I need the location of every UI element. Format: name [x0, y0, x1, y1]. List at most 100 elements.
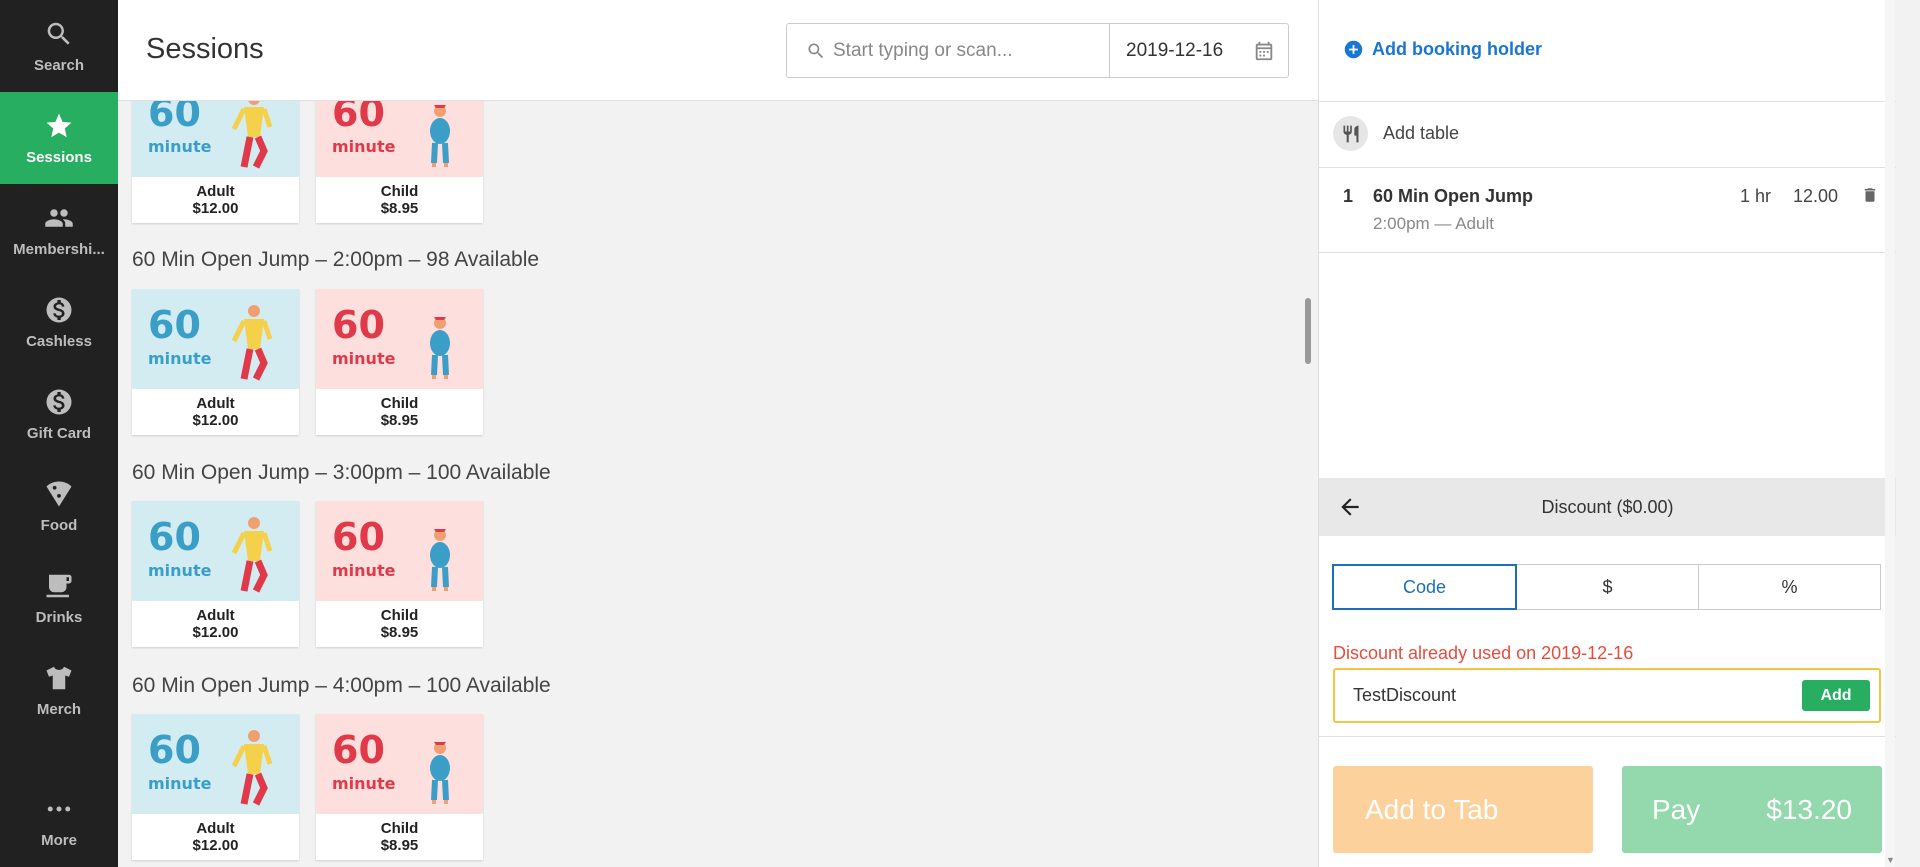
line-name: 60 Min Open Jump: [1373, 186, 1534, 206]
nav-label: More: [41, 831, 77, 849]
svg-text:60: 60: [332, 303, 385, 347]
add-booking-holder-label: Add booking holder: [1372, 39, 1542, 59]
session-group-title: 60 Min Open Jump – 2:00pm – 98 Available: [132, 248, 540, 271]
add-table-button[interactable]: Add table: [1333, 116, 1459, 151]
svg-text:minute: minute: [332, 349, 396, 368]
nav-item-more[interactable]: More: [0, 775, 118, 867]
sessions-list: 60 minute Adult $12.00 60 minute Child $8.95…: [118, 101, 1318, 867]
sessions-scrollbar[interactable]: [1305, 298, 1311, 364]
shirt-icon: [46, 666, 72, 689]
child-jumper-illustration: 60 minute: [332, 303, 450, 379]
divider: [1319, 252, 1896, 253]
session-card-child[interactable]: 60 minute Child $8.95: [316, 289, 483, 435]
add-booking-holder-button[interactable]: Add booking holder: [1343, 39, 1542, 60]
line-duration: 1 hr: [1740, 186, 1772, 206]
card-label: Child: [380, 607, 419, 624]
line-price: 12.00: [1793, 186, 1839, 206]
card-price: $12.00: [192, 837, 239, 854]
nav-label: Membershi...: [13, 240, 105, 258]
session-card-adult[interactable]: 60 minute Adult $12.00: [132, 101, 299, 223]
discount-code-input[interactable]: [1353, 670, 1753, 721]
search-input[interactable]: [833, 24, 1103, 77]
divider: [1319, 736, 1896, 737]
nav-item-cashless[interactable]: Cashless: [0, 276, 118, 368]
discount-type-dollar[interactable]: $: [1516, 564, 1699, 610]
card-price: $12.00: [192, 624, 239, 641]
utensils-icon-wrap: [1333, 116, 1368, 151]
session-artwork: 60 minute: [316, 501, 483, 601]
discount-code-box: Add: [1333, 668, 1881, 723]
card-label: Adult: [196, 607, 235, 624]
discount-type-percent[interactable]: %: [1698, 564, 1881, 610]
session-card-child[interactable]: 60 minute Child $8.95: [316, 714, 483, 860]
order-line-item[interactable]: 1 60 Min Open Jump 2:00pm — Adult 1 hr 1…: [1319, 168, 1896, 252]
nav-label: Cashless: [26, 332, 92, 350]
dollar-icon: [46, 297, 72, 322]
svg-text:60: 60: [148, 728, 201, 772]
dollar-icon: [46, 389, 72, 414]
discount-type-code[interactable]: Code: [1332, 564, 1517, 610]
discount-add-button[interactable]: Add: [1802, 680, 1870, 711]
adult-jumper-illustration: 60 minute: [148, 303, 273, 381]
nav-item-search[interactable]: Search: [0, 0, 118, 92]
svg-text:minute: minute: [332, 137, 396, 156]
svg-text:minute: minute: [148, 561, 212, 580]
svg-text:minute: minute: [332, 561, 396, 580]
nav-item-merch[interactable]: Merch: [0, 644, 118, 736]
page-title: Sessions: [146, 33, 264, 65]
nav-item-memberships[interactable]: Membershi...: [0, 184, 118, 276]
nav-item-sessions[interactable]: Sessions: [0, 92, 118, 184]
session-card-adult[interactable]: 60 minute Adult $12.00: [132, 289, 299, 435]
svg-text:minute: minute: [332, 774, 396, 793]
add-circle-icon: [1344, 40, 1363, 59]
card-label: Adult: [196, 820, 235, 837]
session-card-child[interactable]: 60 minute Child $8.95: [316, 101, 483, 223]
svg-text:60: 60: [332, 101, 385, 135]
utensils-icon: [1343, 125, 1358, 142]
session-artwork: 60 minute: [132, 714, 299, 814]
discount-header: Discount ($0.00): [1319, 478, 1896, 536]
nav-label: Drinks: [35, 608, 83, 626]
pizza-icon: [46, 481, 72, 506]
pay-label: Pay: [1652, 793, 1701, 825]
card-label: Child: [380, 820, 419, 837]
people-icon: [45, 208, 73, 227]
svg-text:minute: minute: [148, 137, 212, 156]
nav-item-drinks[interactable]: Drinks: [0, 552, 118, 644]
card-price: $8.95: [380, 624, 419, 641]
calendar-icon[interactable]: [1253, 40, 1275, 62]
session-card-adult[interactable]: 60 minute Adult $12.00: [132, 501, 299, 647]
search-box[interactable]: [786, 23, 1109, 78]
add-to-tab-button[interactable]: Add to Tab: [1333, 766, 1593, 853]
pay-button[interactable]: Pay $13.20: [1622, 766, 1882, 853]
session-artwork: 60 minute: [316, 714, 483, 814]
nav-label: Food: [40, 516, 78, 534]
nav-item-food[interactable]: Food: [0, 460, 118, 552]
session-card-child[interactable]: 60 minute Child $8.95: [316, 501, 483, 647]
discount-error-message: Discount already used on 2019-12-16: [1333, 643, 1634, 663]
session-group-title: 60 Min Open Jump – 4:00pm – 100 Availabl…: [132, 674, 551, 697]
card-price: $12.00: [192, 412, 239, 429]
panel-scrollbar[interactable]: ▼: [1885, 0, 1895, 867]
date-picker[interactable]: 2019-12-16: [1109, 23, 1289, 78]
date-value: 2019-12-16: [1126, 40, 1224, 61]
svg-text:60: 60: [148, 303, 201, 347]
trash-icon[interactable]: [1861, 186, 1879, 204]
child-jumper-illustration: 60 minute: [332, 728, 450, 804]
card-price: $8.95: [380, 837, 419, 854]
nav-label: Search: [33, 56, 85, 74]
nav-label: Sessions: [26, 148, 92, 166]
scroll-down-arrow-icon[interactable]: ▼: [1886, 855, 1895, 865]
session-card-adult[interactable]: 60 minute Adult $12.00: [132, 714, 299, 860]
discount-title: Discount ($0.00): [1541, 497, 1674, 517]
card-label: Child: [380, 183, 419, 200]
session-group-title: 60 Min Open Jump – 3:00pm – 100 Availabl…: [132, 461, 551, 484]
card-price: $8.95: [380, 200, 419, 217]
nav-item-gift-card[interactable]: Gift Card: [0, 368, 118, 460]
line-qty: 1: [1343, 186, 1354, 206]
card-label: Child: [380, 395, 419, 412]
search-icon: [47, 22, 70, 45]
adult-jumper-illustration: 60 minute: [148, 728, 273, 806]
svg-text:60: 60: [148, 515, 201, 559]
search-icon: [808, 43, 824, 59]
